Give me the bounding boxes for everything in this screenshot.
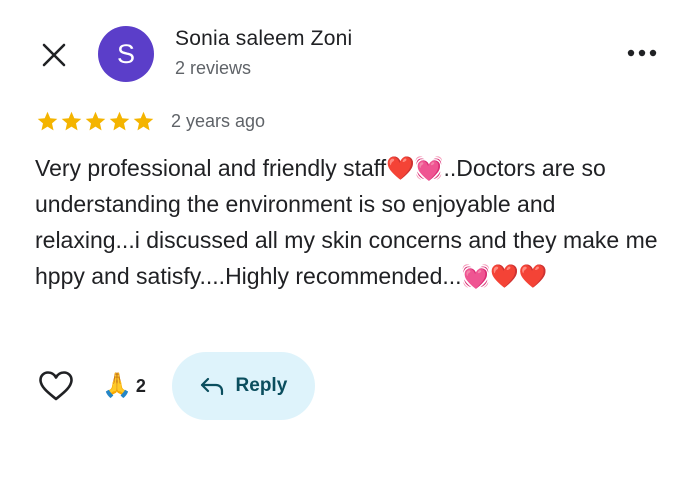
star-icon xyxy=(61,111,82,131)
review-text: Very professional and friendly staff❤️💓.… xyxy=(35,155,658,289)
avatar-initial: S xyxy=(116,38,135,69)
reply-button[interactable]: Reply xyxy=(171,352,315,420)
review-actions: 🙏 2 Reply xyxy=(36,352,315,420)
reviewer-name[interactable]: Sonia saleem Zoni xyxy=(175,27,352,51)
star-icon xyxy=(37,111,58,131)
star-rating xyxy=(36,110,155,133)
reply-arrow-icon xyxy=(200,377,223,395)
rating-row: 2 years ago xyxy=(36,110,265,133)
avatar[interactable]: S xyxy=(98,26,154,82)
close-icon xyxy=(42,43,66,67)
star-icon xyxy=(109,111,130,131)
reviewer-review-count: 2 reviews xyxy=(175,58,252,78)
heart-outline-icon xyxy=(39,371,73,401)
praying-hands-icon: 🙏 xyxy=(102,372,132,399)
reply-label: Reply xyxy=(235,375,288,396)
reaction-count: 2 xyxy=(135,375,146,396)
star-icon xyxy=(133,111,154,131)
review-date: 2 years ago xyxy=(171,111,266,131)
star-icon xyxy=(85,111,106,131)
more-options-button[interactable] xyxy=(620,38,664,68)
reaction-button[interactable]: 🙏 2 xyxy=(102,374,146,398)
like-button[interactable] xyxy=(36,366,76,406)
close-button[interactable] xyxy=(34,35,74,75)
more-options-icon xyxy=(627,49,657,57)
